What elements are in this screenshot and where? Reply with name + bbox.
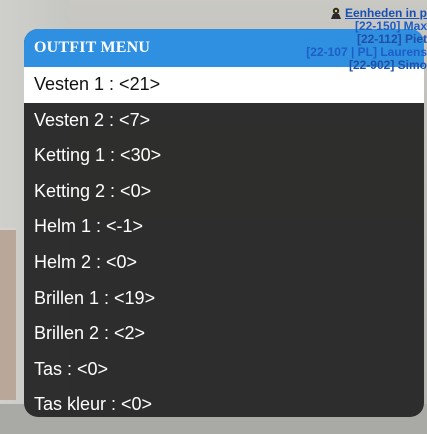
menu-item-ketting-2[interactable]: Ketting 2 : <0>: [24, 174, 424, 210]
menu-item-tas-kleur[interactable]: Tas kleur : <0>: [24, 387, 424, 417]
menu-item-brillen-2[interactable]: Brillen 2 : <2>: [24, 316, 424, 352]
menu-item-helm-1[interactable]: Helm 1 : <-1>: [24, 209, 424, 245]
units-overlay: Eenheden in p [22-150] Max [22-112] Piet…: [306, 6, 427, 72]
outfit-menu: OUTFIT MENU Vesten 1 : <21> Vesten 2 : <…: [24, 29, 424, 417]
menu-item-vesten-1[interactable]: Vesten 1 : <21>: [24, 67, 424, 103]
unit-row: [22-902] Simo: [348, 58, 427, 72]
units-overlay-title: Eenheden in p: [306, 6, 427, 20]
menu-item-tas[interactable]: Tas : <0>: [24, 352, 424, 388]
menu-item-helm-2[interactable]: Helm 2 : <0>: [24, 245, 424, 281]
menu-item-vesten-2[interactable]: Vesten 2 : <7>: [24, 103, 424, 139]
units-overlay-title-text: Eenheden in p: [344, 5, 427, 20]
menu-item-ketting-1[interactable]: Ketting 1 : <30>: [24, 138, 424, 174]
police-badge-icon: [329, 6, 343, 20]
background-door-frame: [0, 228, 16, 400]
menu-item-brillen-1[interactable]: Brillen 1 : <19>: [24, 281, 424, 317]
